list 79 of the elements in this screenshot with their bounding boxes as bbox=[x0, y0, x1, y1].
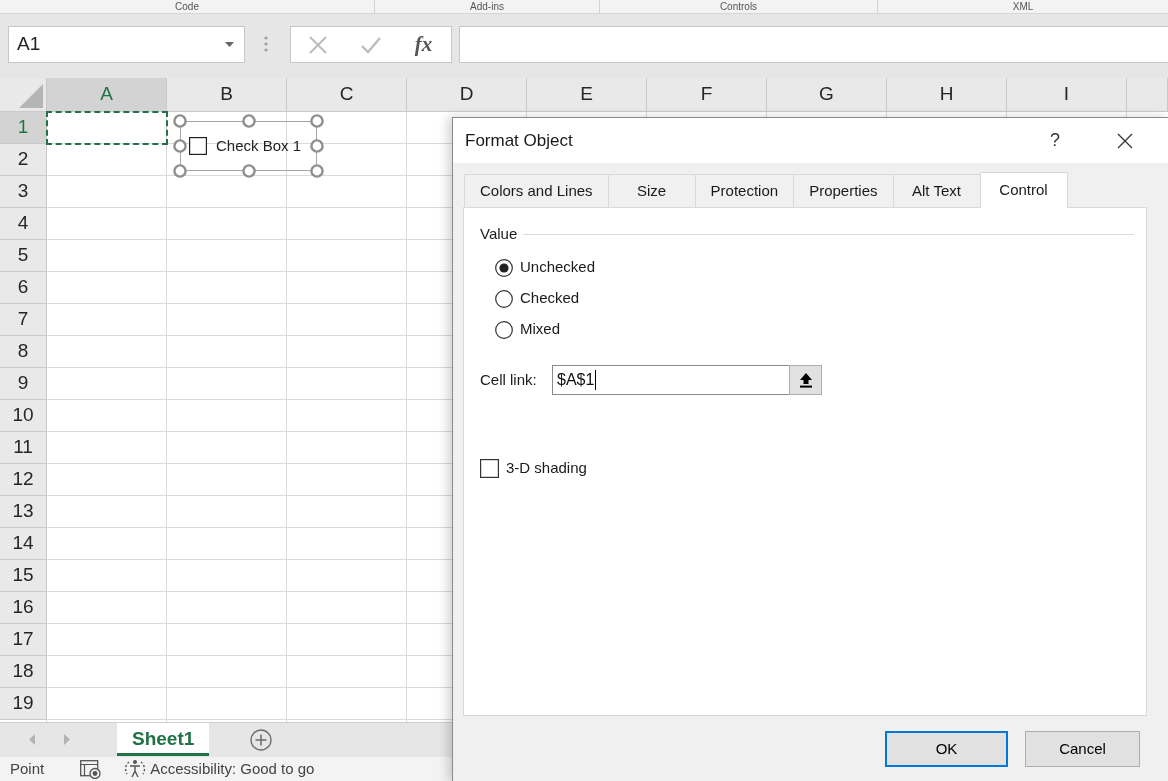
resize-handle-icon[interactable] bbox=[173, 114, 187, 128]
column-header[interactable]: G bbox=[767, 78, 887, 112]
column-header[interactable]: H bbox=[887, 78, 1007, 112]
column-header[interactable]: B bbox=[167, 78, 287, 112]
sheet-tab[interactable]: Sheet1 bbox=[117, 723, 210, 756]
column-header[interactable]: A bbox=[47, 78, 167, 112]
radio-icon[interactable] bbox=[495, 320, 513, 339]
cross-icon bbox=[308, 35, 327, 54]
checkbox-icon[interactable] bbox=[189, 137, 207, 155]
field-label: Cell link: bbox=[480, 369, 538, 390]
insert-function-button[interactable]: fx bbox=[397, 27, 450, 62]
row-header[interactable]: 5 bbox=[0, 240, 47, 272]
macro-record-icon[interactable] bbox=[80, 759, 103, 779]
column-header[interactable]: D bbox=[407, 78, 527, 112]
radio-option[interactable]: Mixed bbox=[495, 314, 560, 345]
ribbon-group-label: Code bbox=[175, 0, 199, 13]
plus-circle-icon bbox=[250, 728, 273, 751]
dialog-button[interactable]: OK bbox=[885, 731, 1008, 767]
checkbox-option[interactable]: 3-D shading bbox=[480, 457, 587, 480]
column-header[interactable]: C bbox=[287, 78, 407, 112]
ribbon-group-label: Add-ins bbox=[470, 0, 504, 13]
select-all-button[interactable] bbox=[0, 78, 47, 112]
right-triangle-icon bbox=[62, 734, 70, 745]
check-icon bbox=[360, 35, 381, 54]
resize-handle-icon[interactable] bbox=[310, 114, 324, 128]
radio-icon[interactable] bbox=[495, 289, 513, 308]
row-header[interactable]: 12 bbox=[0, 464, 47, 496]
close-icon bbox=[1117, 132, 1133, 149]
status-mode-text: Point bbox=[10, 758, 45, 779]
resize-handle-icon[interactable] bbox=[173, 139, 187, 153]
row-header[interactable]: 16 bbox=[0, 592, 47, 624]
radio-option[interactable]: Checked bbox=[495, 283, 580, 314]
resize-handle-icon[interactable] bbox=[310, 139, 324, 153]
resize-handle-icon[interactable] bbox=[242, 164, 256, 178]
row-header[interactable]: 13 bbox=[0, 496, 47, 528]
name-box[interactable]: A1 bbox=[8, 26, 245, 63]
collapse-dialog-button[interactable] bbox=[789, 365, 822, 395]
dialog-title: Format Object bbox=[465, 129, 573, 152]
help-button[interactable]: ? bbox=[1035, 121, 1075, 160]
dialog-tab[interactable]: Colors and Lines bbox=[464, 174, 609, 207]
row-header[interactable]: 15 bbox=[0, 560, 47, 592]
dropdown-caret-icon[interactable] bbox=[225, 42, 234, 47]
dialog-button[interactable]: Cancel bbox=[1025, 731, 1140, 767]
checkbox-icon[interactable] bbox=[480, 458, 499, 478]
row-header[interactable]: 18 bbox=[0, 656, 47, 688]
column-header[interactable]: F bbox=[647, 78, 767, 112]
row-header[interactable]: 19 bbox=[0, 688, 47, 720]
resize-handle-icon[interactable] bbox=[173, 164, 187, 178]
group-label: Value bbox=[480, 223, 518, 244]
row-header[interactable]: 17 bbox=[0, 624, 47, 656]
row-header[interactable]: 6 bbox=[0, 272, 47, 304]
resize-handle-icon[interactable] bbox=[310, 164, 324, 178]
accessibility-icon bbox=[124, 759, 147, 779]
row-header[interactable]: 9 bbox=[0, 368, 47, 400]
ribbon-group-label: XML bbox=[1012, 0, 1034, 13]
row-header[interactable]: 11 bbox=[0, 432, 47, 464]
triangle-icon bbox=[19, 84, 43, 108]
left-triangle-icon bbox=[28, 734, 36, 745]
row-header[interactable]: 2 bbox=[0, 144, 47, 176]
cell-link-field[interactable]: $A$1 bbox=[552, 365, 789, 395]
ribbon-group-label: Controls bbox=[719, 0, 758, 13]
radio-icon[interactable] bbox=[495, 258, 513, 277]
grip-icon bbox=[264, 36, 268, 52]
column-header[interactable]: E bbox=[527, 78, 647, 112]
up-arrow-icon bbox=[798, 372, 813, 388]
row-header[interactable]: 8 bbox=[0, 336, 47, 368]
row-header[interactable]: 14 bbox=[0, 528, 47, 560]
row-header[interactable]: 1 bbox=[0, 112, 47, 144]
radio-option[interactable]: Unchecked bbox=[495, 252, 596, 283]
column-header[interactable]: I bbox=[1007, 78, 1127, 112]
dialog-tab[interactable]: Control bbox=[979, 172, 1068, 208]
row-header[interactable]: 4 bbox=[0, 208, 47, 240]
row-header[interactable]: 7 bbox=[0, 304, 47, 336]
checkbox-label: Check Box 1 bbox=[216, 135, 302, 156]
accessibility-status-button[interactable]: Accessibility: Good to go bbox=[124, 757, 315, 781]
row-header[interactable]: 10 bbox=[0, 400, 47, 432]
resize-handle-icon[interactable] bbox=[242, 114, 256, 128]
formula-input[interactable] bbox=[459, 26, 1168, 63]
row-header[interactable]: 3 bbox=[0, 176, 47, 208]
